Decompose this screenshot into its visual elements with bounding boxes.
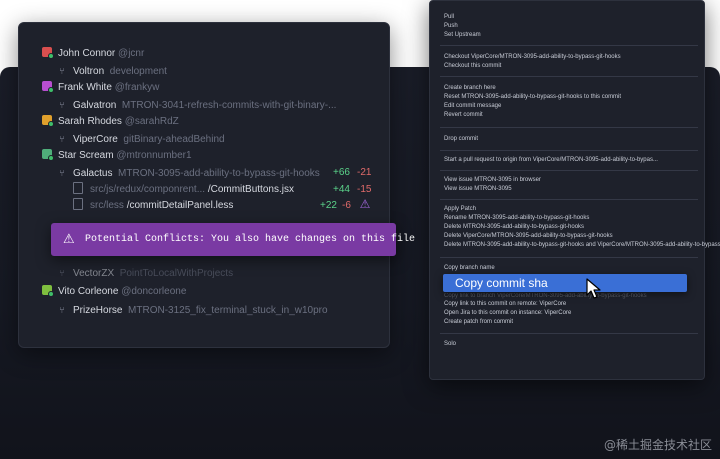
file-icon bbox=[73, 182, 83, 194]
menu-item-create-branch[interactable]: Create branch here bbox=[444, 84, 496, 93]
menu-item-view-issue-browser[interactable]: View issue MTRON-3095 in browser bbox=[444, 176, 541, 185]
branch-icon: ⑂ bbox=[59, 134, 65, 144]
branch-icon: ⑂ bbox=[59, 100, 65, 110]
list-item-branch[interactable]: ⑂ Voltron development bbox=[56, 63, 167, 79]
menu-item-view-issue[interactable]: View issue MTRON-3095 bbox=[444, 185, 512, 194]
menu-divider bbox=[440, 127, 698, 128]
menu-item-revert[interactable]: Revert commit bbox=[444, 111, 483, 120]
lines-removed: -15 bbox=[357, 184, 372, 195]
file-dir: src/js/redux/componrent... bbox=[90, 184, 206, 195]
menu-item-rename-branch[interactable]: Rename MTRON-3095-add-ability-to-bypass-… bbox=[444, 214, 589, 223]
branch-name: MTRON-3041-refresh-commits-with-git-bina… bbox=[121, 100, 337, 111]
user-handle: @frankyw bbox=[114, 82, 160, 93]
list-item-file[interactable]: src/js/redux/componrent... /CommitButton… bbox=[73, 182, 294, 198]
menu-item-drop-commit[interactable]: Drop commit bbox=[444, 135, 478, 144]
list-item-branch[interactable]: ⑂ VectorZX PointToLocalWithProjects bbox=[56, 265, 233, 281]
menu-item-checkout-branch[interactable]: Checkout ViperCore/MTRON-3095-add-abilit… bbox=[444, 53, 621, 62]
avatar bbox=[42, 115, 54, 127]
menu-item-create-patch[interactable]: Create patch from commit bbox=[444, 318, 513, 327]
file-name: /CommitButtons.jsx bbox=[207, 184, 294, 195]
branch-icon: ⑂ bbox=[59, 305, 65, 315]
file-dir: src/less bbox=[90, 200, 124, 211]
menu-item-copy-link-commit[interactable]: Copy link to this commit on remote: Vipe… bbox=[444, 300, 566, 309]
avatar bbox=[42, 47, 54, 59]
user-name: Vito Corleone bbox=[58, 286, 119, 297]
menu-item-delete-local[interactable]: Delete MTRON-3095-add-ability-to-bypass-… bbox=[444, 223, 584, 232]
menu-divider bbox=[440, 45, 698, 46]
lines-removed: -6 bbox=[342, 200, 351, 211]
file-name: /commitDetailPanel.less bbox=[126, 200, 234, 211]
repo-name: Voltron bbox=[73, 66, 105, 77]
user-name: Sarah Rhodes bbox=[58, 116, 122, 127]
menu-divider bbox=[440, 76, 698, 77]
watermark: @稀土掘金技术社区 bbox=[603, 438, 712, 452]
menu-item-copy-commit-sha[interactable]: Copy commit sha bbox=[443, 274, 687, 292]
repo-name: ViperCore bbox=[73, 134, 118, 145]
avatar bbox=[42, 285, 54, 297]
list-item-branch[interactable]: ⑂ ViperCore gitBinary-aheadBehind bbox=[56, 131, 225, 147]
repo-name: Galactus bbox=[73, 168, 113, 179]
list-item-file[interactable]: src/less /commitDetailPanel.less bbox=[73, 198, 233, 214]
menu-item-copy-branch-name[interactable]: Copy branch name bbox=[444, 264, 495, 273]
list-item-branch[interactable]: ⑂ PrizeHorse MTRON-3125_fix_terminal_stuc… bbox=[56, 302, 328, 318]
menu-divider bbox=[440, 150, 698, 151]
avatar bbox=[42, 81, 54, 93]
lines-removed: -21 bbox=[357, 167, 372, 178]
list-item-user[interactable]: Frank White @frankyw bbox=[42, 80, 159, 96]
branch-name: development bbox=[109, 66, 167, 77]
list-item-user[interactable]: Sarah Rhodes @sarahRdZ bbox=[42, 114, 179, 130]
menu-item-delete-both[interactable]: Delete MTRON-3095-add-ability-to-bypass-… bbox=[444, 241, 720, 250]
menu-item-delete-remote[interactable]: Delete ViperCore/MTRON-3095-add-ability-… bbox=[444, 232, 613, 241]
menu-divider bbox=[440, 333, 698, 334]
list-item-user[interactable]: Vito Corleone @doncorleone bbox=[42, 284, 186, 300]
menu-item-edit-message[interactable]: Edit commit message bbox=[444, 102, 501, 111]
repo-name: PrizeHorse bbox=[73, 305, 123, 316]
repo-name: VectorZX bbox=[73, 268, 115, 279]
menu-item-apply-patch[interactable]: Apply Patch bbox=[444, 205, 476, 214]
branch-icon: ⑂ bbox=[59, 268, 65, 278]
menu-item-checkout-commit[interactable]: Checkout this commit bbox=[444, 62, 501, 71]
branch-icon: ⑂ bbox=[59, 66, 65, 76]
branch-name: PointToLocalWithProjects bbox=[119, 268, 234, 279]
user-handle: @doncorleone bbox=[121, 286, 187, 297]
warning-icon: ⚠ bbox=[63, 232, 75, 247]
repo-name: Galvatron bbox=[73, 100, 117, 111]
menu-item-set-upstream[interactable]: Set Upstream bbox=[444, 31, 481, 40]
user-handle: @jcnr bbox=[118, 48, 145, 59]
lines-added: +22 bbox=[320, 200, 337, 211]
branch-name: MTRON-3125_fix_terminal_stuck_in_w10pro bbox=[128, 305, 328, 316]
list-item-user[interactable]: John Connor @jcnr bbox=[42, 46, 144, 62]
menu-item-solo[interactable]: Solo bbox=[444, 340, 456, 349]
menu-divider bbox=[440, 170, 698, 171]
menu-item-pull-request[interactable]: Start a pull request to origin from Vipe… bbox=[444, 156, 658, 165]
lines-added: +66 bbox=[333, 167, 350, 178]
list-item-branch[interactable]: ⑂ Galactus MTRON-3095-add-ability-to-bypa… bbox=[56, 165, 320, 181]
list-item-user[interactable]: Star Scream @mtronnumber1 bbox=[42, 148, 192, 164]
menu-item-push[interactable]: Push bbox=[444, 22, 458, 31]
list-item-branch[interactable]: ⑂ Galvatron MTRON-3041-refresh-commits-wi… bbox=[56, 97, 336, 113]
mouse-cursor-icon bbox=[586, 278, 601, 299]
menu-divider bbox=[440, 257, 698, 258]
user-name: Frank White bbox=[58, 82, 112, 93]
file-icon bbox=[73, 198, 83, 210]
branch-name: MTRON-3095-add-ability-to-bypass-git-hoo… bbox=[118, 168, 320, 179]
menu-item-open-jira[interactable]: Open Jira to this commit on instance: Vi… bbox=[444, 309, 571, 318]
conflict-tooltip: ⚠ Potential Conflicts: You also have cha… bbox=[51, 223, 415, 256]
branch-name: gitBinary-aheadBehind bbox=[123, 134, 225, 145]
user-handle: @mtronnumber1 bbox=[116, 150, 192, 161]
avatar bbox=[42, 149, 54, 161]
user-name: Star Scream bbox=[58, 150, 114, 161]
lines-added: +44 bbox=[333, 184, 350, 195]
conflict-text: Potential Conflicts: You also have chang… bbox=[85, 234, 416, 245]
user-handle: @sarahRdZ bbox=[124, 116, 179, 127]
user-name: John Connor bbox=[58, 48, 116, 59]
menu-item-pull[interactable]: Pull bbox=[444, 13, 454, 22]
branch-icon: ⑂ bbox=[59, 168, 65, 178]
menu-divider bbox=[440, 199, 698, 200]
menu-item-reset[interactable]: Reset MTRON-3095-add-ability-to-bypass-g… bbox=[444, 93, 621, 102]
conflict-warning-icon[interactable]: ⚠ bbox=[358, 197, 372, 211]
